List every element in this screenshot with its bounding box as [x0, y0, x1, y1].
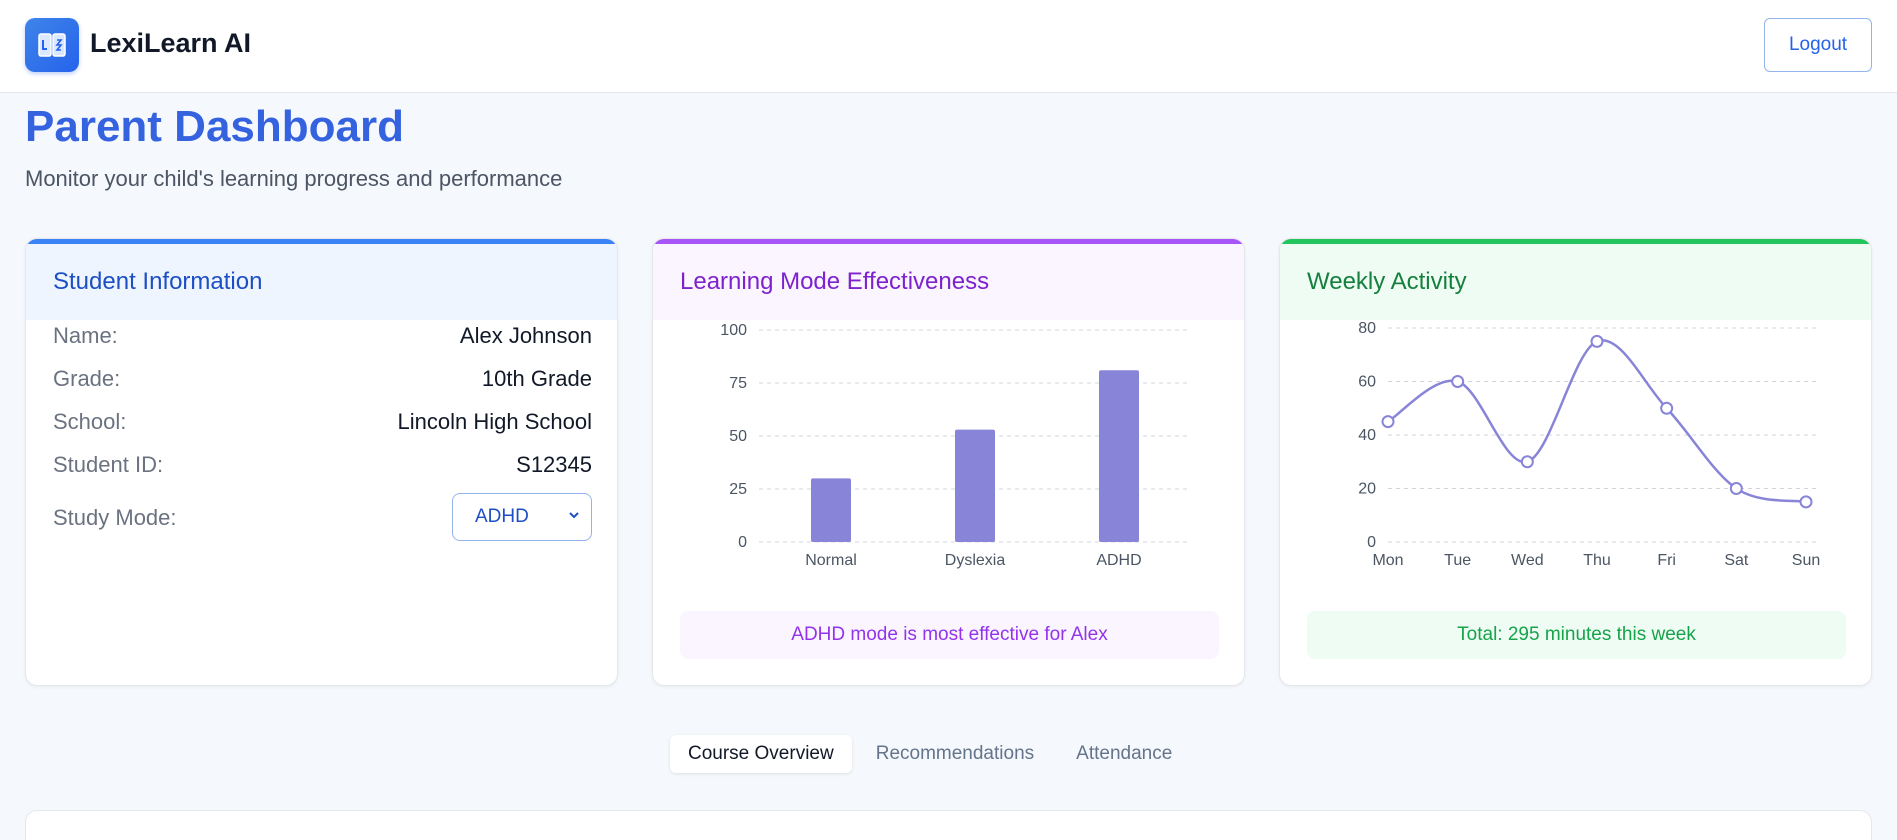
x-tick-label: Dyslexia — [945, 552, 1006, 569]
bar — [955, 429, 995, 542]
info-row-name: Name: Alex Johnson — [53, 323, 592, 349]
y-tick-label: 60 — [1358, 374, 1376, 391]
y-tick-label: 75 — [729, 375, 747, 392]
y-tick-label: 80 — [1358, 320, 1376, 337]
y-tick-label: 50 — [729, 428, 747, 445]
y-tick-label: 0 — [738, 534, 747, 551]
student-info-card: Student Information Name: Alex Johnson G… — [25, 238, 618, 686]
mode-effectiveness-chart: 0 25 50 75 100 Normal Dyslexia ADHD — [720, 322, 1191, 569]
x-tick-label: Normal — [805, 552, 857, 569]
app-logo[interactable] — [25, 18, 79, 72]
data-point — [1660, 401, 1674, 415]
page-title: Parent Dashboard — [25, 102, 404, 151]
data-point — [1590, 334, 1604, 348]
info-row-study-mode: Study Mode: — [53, 505, 433, 531]
info-value: Lincoln High School — [397, 409, 592, 434]
study-mode-value: ADHD — [475, 506, 529, 527]
info-value: Alex Johnson — [459, 323, 592, 348]
x-tick-label: Thu — [1583, 552, 1611, 569]
x-tick-label: Mon — [1372, 552, 1403, 569]
activity-line — [1387, 339, 1807, 504]
info-value: 10th Grade — [481, 366, 592, 391]
y-tick-label: 20 — [1358, 481, 1376, 498]
weekly-activity-chart: 0 20 40 60 80 Mon Tue Wed Thu Fri Sat Sun — [1358, 320, 1820, 569]
data-point — [1451, 375, 1465, 388]
weekly-total-note: Total: 295 minutes this week — [1307, 611, 1846, 659]
info-label: School: — [53, 409, 127, 434]
study-mode-select[interactable]: ADHD — [452, 493, 592, 541]
brand-name: LexiLearn AI — [90, 28, 252, 58]
data-point — [1381, 415, 1395, 429]
info-row-grade: Grade: 10th Grade — [53, 366, 592, 392]
y-tick-label: 100 — [720, 322, 747, 339]
bar — [1099, 370, 1139, 542]
data-point — [1799, 495, 1813, 509]
y-tick-label: 40 — [1358, 427, 1376, 444]
card-title: Student Information — [26, 244, 617, 320]
mode-effectiveness-note: ADHD mode is most effective for Alex — [680, 611, 1219, 659]
info-value: S12345 — [516, 452, 592, 477]
tab-recommendations[interactable]: Recommendations — [858, 735, 1052, 773]
data-point — [1520, 455, 1534, 469]
bar — [811, 478, 851, 542]
logout-button[interactable]: Logout — [1764, 18, 1872, 72]
x-tick-label: ADHD — [1096, 552, 1141, 569]
info-label: Grade: — [53, 366, 121, 391]
x-tick-label: Fri — [1657, 552, 1676, 569]
info-row-school: School: Lincoln High School — [53, 409, 592, 435]
x-tick-label: Tue — [1444, 552, 1471, 569]
x-tick-label: Sun — [1792, 552, 1820, 569]
x-tick-label: Sat — [1724, 552, 1749, 569]
learning-mode-card: Learning Mode Effectiveness 0 25 50 75 100 No… — [652, 238, 1245, 686]
info-row-student-id: Student ID: S12345 — [53, 452, 592, 478]
book-icon — [38, 33, 66, 57]
info-label: Name: — [53, 323, 118, 348]
y-tick-label: 0 — [1367, 534, 1376, 551]
y-tick-label: 25 — [729, 481, 747, 498]
x-tick-label: Wed — [1511, 552, 1544, 569]
data-point — [1729, 482, 1743, 495]
study-mode-label: Study Mode: — [53, 505, 177, 530]
card-title: Weekly Activity — [1280, 244, 1871, 320]
top-bar: LexiLearn AI Logout — [0, 0, 1897, 93]
page-subtitle: Monitor your child's learning progress a… — [25, 166, 563, 191]
tab-course-overview[interactable]: Course Overview — [670, 735, 852, 773]
info-label: Student ID: — [53, 452, 164, 477]
tab-bar: Course Overview Recommendations Attendan… — [670, 734, 1190, 774]
card-title: Learning Mode Effectiveness — [653, 244, 1244, 320]
tab-content-panel — [25, 810, 1872, 840]
tab-attendance[interactable]: Attendance — [1058, 735, 1190, 773]
chevron-down-icon — [569, 512, 579, 519]
weekly-activity-card: Weekly Activity 0 20 40 60 80 Mon Tue Wed Thu Fri… — [1279, 238, 1872, 686]
